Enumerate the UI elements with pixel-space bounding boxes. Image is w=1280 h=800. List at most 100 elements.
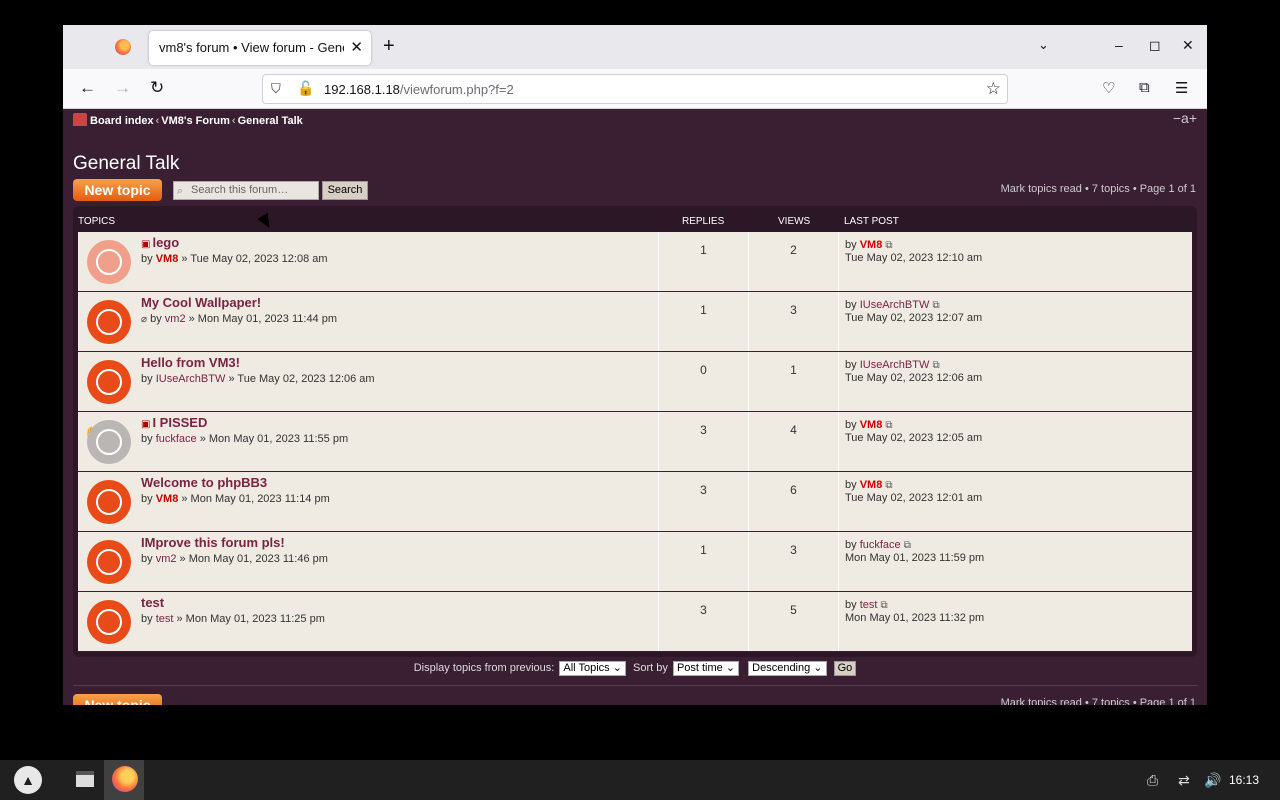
active-tab[interactable]: vm8's forum • View forum - General Talk … xyxy=(149,31,371,65)
list-tabs-chevron-icon[interactable]: ⌄ xyxy=(1038,37,1049,53)
topic-unread-icon xyxy=(87,540,131,584)
new-post-icon[interactable]: ▣ xyxy=(141,239,150,250)
volume-icon[interactable]: 🔊 xyxy=(1204,772,1221,789)
home-icon xyxy=(73,113,87,126)
extensions-icon[interactable]: ⧉ xyxy=(1139,79,1150,96)
topic-row[interactable]: My Cool Wallpaper! ⌀ by vm2 » Mon May 01… xyxy=(78,292,1192,352)
sort-by-value: Post time xyxy=(676,662,723,674)
forum-title[interactable]: General Talk xyxy=(73,153,179,175)
goto-last-post-icon[interactable]: ⧉ xyxy=(880,600,887,611)
minimize-icon[interactable]: – xyxy=(1115,37,1123,53)
app-launcher-icon[interactable]: ▲ xyxy=(14,766,42,794)
topic-locked-icon xyxy=(87,420,131,464)
topic-read-icon xyxy=(87,240,131,284)
breadcrumb-board-index[interactable]: Board index xyxy=(90,115,154,127)
topic-unread-icon xyxy=(87,300,131,344)
new-post-icon[interactable]: ▣ xyxy=(141,419,150,430)
goto-last-post-icon[interactable]: ⧉ xyxy=(932,360,939,371)
topic-title[interactable]: Welcome to phpBB3 xyxy=(141,475,267,490)
forum-search-input[interactable]: ⌕ Search this forum… xyxy=(173,181,319,200)
network-icon[interactable]: ⇄ xyxy=(1178,772,1190,789)
font-resize-icon[interactable]: −a+ xyxy=(1173,110,1197,126)
firefox-view-icon[interactable] xyxy=(115,39,131,55)
topic-author[interactable]: vm2 xyxy=(165,313,186,325)
by-label: by xyxy=(141,373,153,385)
last-post-author[interactable]: IUseArchBTW xyxy=(860,299,930,311)
url-text[interactable]: 192.168.1.18/viewforum.php?f=2 xyxy=(324,82,514,97)
close-tab-icon[interactable]: ✕ xyxy=(350,38,363,56)
last-post: by IUseArchBTW ⧉ Tue May 02, 2023 12:06 a… xyxy=(845,359,982,385)
menu-hamburger-icon[interactable]: ☰ xyxy=(1175,79,1188,97)
bookmark-star-icon[interactable]: ☆ xyxy=(986,79,1001,99)
new-tab-button[interactable]: + xyxy=(383,35,395,57)
goto-last-post-icon[interactable]: ⧉ xyxy=(885,240,892,251)
topic-row[interactable]: ▣ lego by VM8 » Tue May 02, 2023 12:08 am… xyxy=(78,232,1192,292)
last-post-author[interactable]: test xyxy=(860,599,878,611)
last-post: by VM8 ⧉ Tue May 02, 2023 12:01 am xyxy=(845,479,982,505)
pagination-info: Mark topics read • 7 topics • Page 1 of … xyxy=(1000,183,1196,195)
pocket-icon[interactable]: ♡ xyxy=(1102,79,1115,97)
firefox-icon xyxy=(112,766,138,792)
goto-last-post-icon[interactable]: ⧉ xyxy=(904,540,911,551)
last-post-date: Tue May 02, 2023 12:07 am xyxy=(845,312,983,324)
topic-row[interactable]: IMprove this forum pls! by vm2 » Mon May… xyxy=(78,532,1192,592)
tracking-shield-icon[interactable]: ⛉ xyxy=(271,81,281,97)
topic-title[interactable]: My Cool Wallpaper! xyxy=(141,295,261,310)
last-post-date: Tue May 02, 2023 12:01 am xyxy=(845,492,983,504)
clock[interactable]: 16:13 xyxy=(1229,773,1259,787)
topic-title[interactable]: test xyxy=(141,595,164,610)
topic-author[interactable]: test xyxy=(156,613,174,625)
last-post: by VM8 ⧉ Tue May 02, 2023 12:10 am xyxy=(845,239,982,265)
go-button[interactable]: Go xyxy=(833,661,857,676)
last-post: by fuckface ⧉ Mon May 01, 2023 11:59 pm xyxy=(845,539,984,565)
display-options-bar: Display topics from previous: All Topics… xyxy=(63,661,1207,676)
display-range-select[interactable]: All Topics ⌄ xyxy=(559,661,626,676)
topic-author[interactable]: VM8 xyxy=(156,253,179,265)
last-post-author[interactable]: VM8 xyxy=(860,479,883,491)
breadcrumb-current[interactable]: General Talk xyxy=(238,115,303,127)
sort-by-select[interactable]: Post time ⌄ xyxy=(672,661,740,676)
printer-icon[interactable]: ⎙ xyxy=(1147,772,1158,789)
url-bar[interactable]: ⛉ 🔓 192.168.1.18/viewforum.php?f=2 ☆ xyxy=(262,74,1008,104)
close-window-icon[interactable]: ✕ xyxy=(1182,37,1194,54)
views-count: 6 xyxy=(749,472,839,531)
topic-author[interactable]: vm2 xyxy=(156,553,177,565)
by-label: by xyxy=(845,359,857,371)
topic-title[interactable]: I PISSED xyxy=(152,415,207,430)
taskbar: ▲ ⎙ ⇄ 🔊 16:13 xyxy=(0,760,1280,800)
topic-author[interactable]: VM8 xyxy=(156,493,179,505)
maximize-icon[interactable]: ◻ xyxy=(1149,37,1161,54)
topic-author[interactable]: fuckface xyxy=(156,433,197,445)
last-post-author[interactable]: IUseArchBTW xyxy=(860,359,930,371)
goto-last-post-icon[interactable]: ⧉ xyxy=(885,480,892,491)
last-post-author[interactable]: VM8 xyxy=(860,239,883,251)
topic-title[interactable]: Hello from VM3! xyxy=(141,355,240,370)
last-post-author[interactable]: fuckface xyxy=(860,539,901,551)
topic-author[interactable]: IUseArchBTW xyxy=(156,373,226,385)
topic-row[interactable]: Welcome to phpBB3 by VM8 » Mon May 01, 2… xyxy=(78,472,1192,532)
back-arrow-icon[interactable]: ← xyxy=(79,78,96,98)
forward-arrow-icon[interactable]: → xyxy=(114,78,131,98)
display-range-value: All Topics xyxy=(563,662,610,674)
topic-row[interactable]: Hello from VM3! by IUseArchBTW » Tue May… xyxy=(78,352,1192,412)
topic-date: » Mon May 01, 2023 11:55 pm xyxy=(199,433,349,445)
topic-row[interactable]: test by test » Mon May 01, 2023 11:25 pm… xyxy=(78,592,1192,652)
reload-icon[interactable]: ↻ xyxy=(150,78,164,98)
topic-title[interactable]: lego xyxy=(152,235,179,250)
sort-order-select[interactable]: Descending ⌄ xyxy=(748,661,827,676)
search-button[interactable]: Search xyxy=(322,181,368,200)
goto-last-post-icon[interactable]: ⧉ xyxy=(885,420,892,431)
terminal-icon[interactable] xyxy=(76,771,94,787)
breadcrumb-forum[interactable]: VM8's Forum xyxy=(161,115,230,127)
topic-title[interactable]: IMprove this forum pls! xyxy=(141,535,285,550)
new-topic-button-bottom[interactable]: New topic xyxy=(73,694,162,705)
goto-last-post-icon[interactable]: ⧉ xyxy=(932,300,939,311)
header-replies: REPLIES xyxy=(682,216,725,227)
taskbar-firefox-button[interactable] xyxy=(104,760,144,800)
topic-row[interactable]: ✋ ▣I PISSED by fuckface » Mon May 01, 20… xyxy=(78,412,1192,472)
navigation-bar: ← → ↻ ⛉ 🔓 192.168.1.18/viewforum.php?f=2… xyxy=(63,69,1207,109)
insecure-lock-icon[interactable]: 🔓 xyxy=(297,80,314,97)
new-topic-button[interactable]: New topic xyxy=(73,179,162,201)
last-post-author[interactable]: VM8 xyxy=(860,419,883,431)
by-label: by xyxy=(845,299,857,311)
